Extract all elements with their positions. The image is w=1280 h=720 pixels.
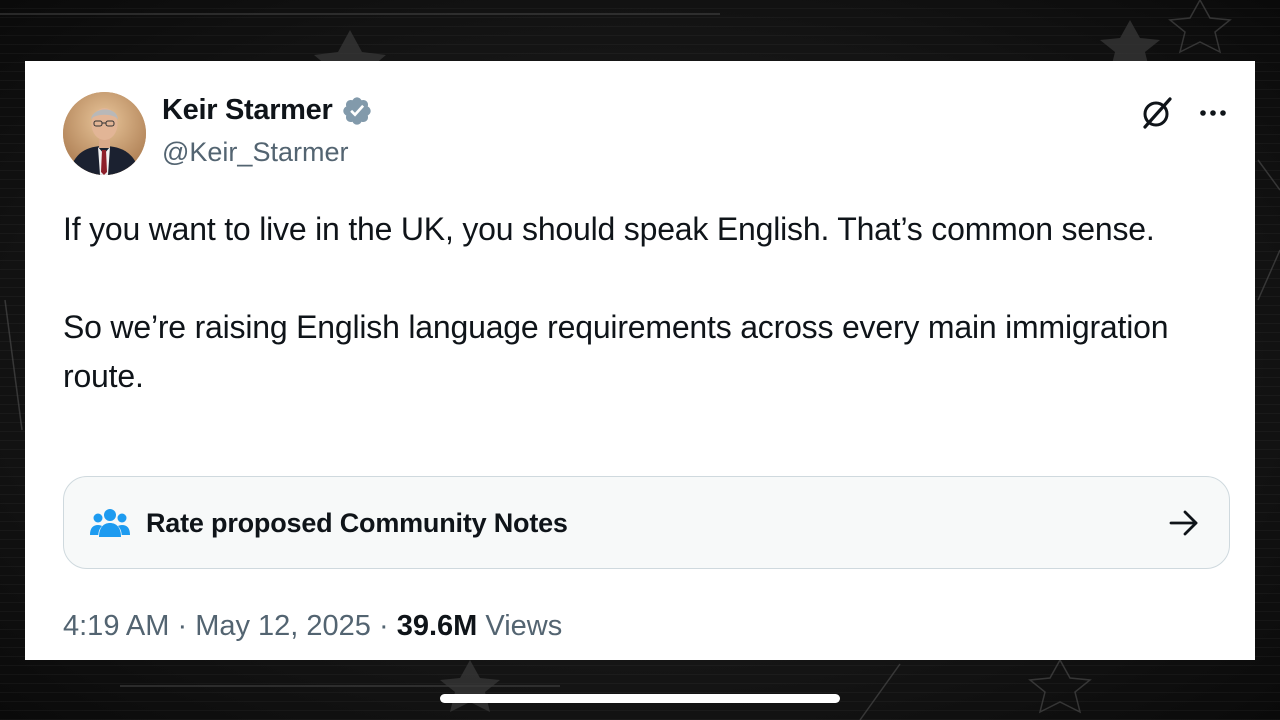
tweet-meta: 4:19 AM · May 12, 2025 · 39.6M Views [63, 610, 562, 643]
tweet-card: Keir Starmer @Keir_Starmer If you want t… [25, 61, 1255, 660]
tweet-paragraph: If you want to live in the UK, you shoul… [63, 211, 1155, 247]
tweet-body: If you want to live in the UK, you shoul… [63, 205, 1223, 401]
tweet-paragraph: So we’re raising English language requir… [63, 309, 1169, 394]
more-icon[interactable] [1193, 93, 1233, 133]
tweet-time[interactable]: 4:19 AM [63, 610, 169, 642]
grok-icon[interactable] [1137, 93, 1177, 133]
verified-badge-icon[interactable] [341, 95, 373, 127]
home-indicator[interactable] [440, 694, 840, 703]
community-notes-button[interactable]: Rate proposed Community Notes [63, 476, 1230, 569]
community-notes-label: Rate proposed Community Notes [146, 508, 568, 538]
arrow-right-icon [1169, 509, 1199, 537]
meta-separator: · [370, 610, 397, 642]
people-icon [90, 507, 130, 539]
author-display-name[interactable]: Keir Starmer [162, 94, 333, 127]
meta-separator: · [169, 610, 196, 642]
views-label: Views [477, 610, 563, 642]
author-handle[interactable]: @Keir_Starmer [162, 137, 348, 168]
author-name-row[interactable]: Keir Starmer [162, 94, 373, 127]
author-avatar[interactable] [63, 92, 146, 175]
profile-photo [63, 92, 146, 175]
tweet-date[interactable]: May 12, 2025 [195, 610, 371, 642]
views-count: 39.6M [396, 610, 478, 642]
